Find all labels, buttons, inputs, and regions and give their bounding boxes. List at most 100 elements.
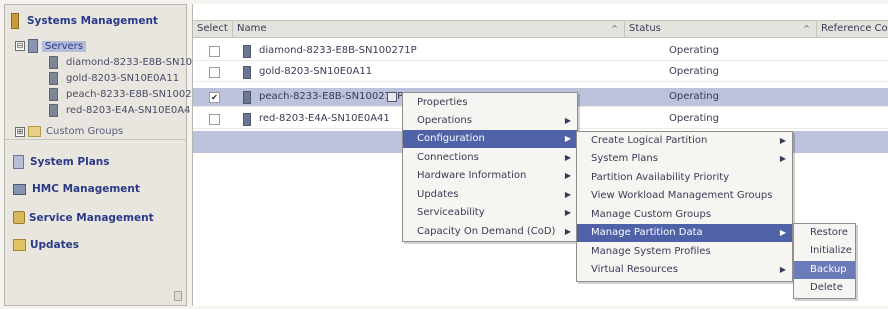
server-icon xyxy=(243,45,251,58)
nav-server-label: diamond-8233-E8B-SN100 xyxy=(66,57,199,68)
table-header: Select Name ^ Status ^ Reference Co xyxy=(193,20,888,38)
menu-item-partition-availability-priority[interactable]: Partition Availability Priority xyxy=(577,169,792,187)
servers-folder-icon xyxy=(28,39,38,53)
menu-item-label: Properties xyxy=(417,97,468,108)
menu-item-delete[interactable]: Delete xyxy=(794,279,855,297)
menu-item-label: Delete xyxy=(810,282,843,293)
submenu-arrow-icon: ▶ xyxy=(779,136,786,145)
column-header-name[interactable]: Name ^ xyxy=(233,21,625,37)
nav-system-plans-label: System Plans xyxy=(30,156,110,168)
row-name[interactable]: diamond-8233-E8B-SN100271P xyxy=(259,44,417,58)
row-select-checkbox[interactable] xyxy=(209,46,220,57)
server-icon xyxy=(49,88,58,101)
submenu-arrow-icon: ▶ xyxy=(564,171,571,180)
submenu-arrow-icon: ▶ xyxy=(564,227,571,236)
row-status: Operating xyxy=(669,113,719,124)
menu-item-system-plans[interactable]: System Plans ▶ xyxy=(577,150,792,168)
menu-item-connections[interactable]: Connections ▶ xyxy=(403,149,577,167)
submenu-arrow-icon: ▶ xyxy=(564,208,571,217)
row-status: Operating xyxy=(669,66,719,77)
hmc-management-icon xyxy=(13,183,26,195)
row-select-checkbox[interactable] xyxy=(209,67,220,78)
menu-item-label: Connections xyxy=(417,152,479,163)
nav-resize-handle[interactable] xyxy=(174,291,182,301)
manage-partition-data-submenu: Restore Initialize Backup Delete xyxy=(793,223,856,299)
server-icon xyxy=(49,104,58,117)
nav-custom-groups-label: Custom Groups xyxy=(46,126,124,137)
menu-item-label: Capacity On Demand (CoD) xyxy=(417,226,556,237)
menu-item-label: Manage Partition Data xyxy=(591,227,703,238)
column-header-status[interactable]: Status ^ xyxy=(625,21,817,37)
row-name[interactable]: red-8203-E4A-SN10E0A41 xyxy=(259,112,390,126)
menu-item-label: Hardware Information xyxy=(417,170,527,181)
menu-item-label: Serviceability xyxy=(417,207,485,218)
server-icon xyxy=(49,56,58,69)
menu-item-view-workload-management-groups[interactable]: View Workload Management Groups xyxy=(577,187,792,205)
menu-item-label: Create Logical Partition xyxy=(591,135,708,146)
menu-item-label: Backup xyxy=(810,264,847,275)
nav-servers-label: Servers xyxy=(42,40,87,52)
submenu-arrow-icon: ▶ xyxy=(564,134,571,143)
submenu-arrow-icon: ▶ xyxy=(779,154,786,163)
menu-item-backup[interactable]: Backup xyxy=(794,261,855,279)
menu-item-initialize[interactable]: Initialize xyxy=(794,242,855,260)
nav-server-item[interactable]: diamond-8233-E8B-SN100 xyxy=(49,56,199,69)
row-name[interactable]: peach-8233-E8B-SN100272P xyxy=(259,90,403,104)
configuration-submenu: Create Logical Partition ▶ System Plans ▶ … xyxy=(576,131,793,282)
menu-item-configuration[interactable]: Configuration ▶ xyxy=(403,130,577,148)
nav-custom-groups[interactable]: ⊞ Custom Groups xyxy=(15,126,123,137)
row-status: Operating xyxy=(669,91,719,102)
menu-item-serviceability[interactable]: Serviceability ▶ xyxy=(403,204,577,222)
submenu-arrow-icon: ▶ xyxy=(564,116,571,125)
row-status: Operating xyxy=(669,45,719,56)
menu-item-create-logical-partition[interactable]: Create Logical Partition ▶ xyxy=(577,132,792,150)
table-row[interactable]: gold-8203-SN10E0A11 Operating xyxy=(193,63,888,82)
row-select-checkbox[interactable]: ✔ xyxy=(209,92,220,103)
menu-item-updates[interactable]: Updates ▶ xyxy=(403,186,577,204)
nav-updates-label: Updates xyxy=(30,239,80,251)
menu-item-virtual-resources[interactable]: Virtual Resources ▶ xyxy=(577,261,792,279)
menu-item-restore[interactable]: Restore xyxy=(794,224,855,242)
table-row[interactable]: diamond-8233-E8B-SN100271P Operating xyxy=(193,42,888,61)
menu-item-label: Restore xyxy=(810,227,848,238)
menu-item-label: Configuration xyxy=(417,133,485,144)
nav-system-plans[interactable]: System Plans xyxy=(13,155,110,169)
column-header-select[interactable]: Select xyxy=(193,21,233,37)
menu-item-properties[interactable]: Properties xyxy=(403,94,577,112)
nav-server-item[interactable]: red-8203-E4A-SN10E0A4 xyxy=(49,104,190,117)
menu-item-manage-partition-data[interactable]: Manage Partition Data ▶ xyxy=(577,224,792,242)
nav-servers[interactable]: ⊟ Servers xyxy=(15,39,87,53)
nav-service-management[interactable]: Service Management xyxy=(13,211,154,224)
context-menu-trigger-icon[interactable] xyxy=(387,92,397,102)
nav-updates[interactable]: Updates xyxy=(13,239,79,251)
sort-icon[interactable]: ^ xyxy=(611,21,618,37)
expand-expander[interactable]: ⊞ xyxy=(15,126,25,137)
collapse-expander[interactable]: ⊟ xyxy=(15,41,25,51)
submenu-arrow-icon: ▶ xyxy=(564,190,571,199)
menu-item-capacity-on-demand[interactable]: Capacity On Demand (CoD) ▶ xyxy=(403,223,577,241)
menu-item-hardware-information[interactable]: Hardware Information ▶ xyxy=(403,167,577,185)
menu-item-operations[interactable]: Operations ▶ xyxy=(403,112,577,130)
menu-item-label: Operations xyxy=(417,115,472,126)
systems-management-icon xyxy=(11,13,19,29)
menu-item-label: Virtual Resources xyxy=(591,264,678,275)
nav-systems-management[interactable]: Systems Management xyxy=(11,13,158,29)
menu-item-manage-system-profiles[interactable]: Manage System Profiles xyxy=(577,243,792,261)
menu-item-label: System Plans xyxy=(591,153,658,164)
column-header-reference-code[interactable]: Reference Co xyxy=(817,21,888,37)
nav-hmc-management[interactable]: HMC Management xyxy=(13,183,140,195)
row-name[interactable]: gold-8203-SN10E0A11 xyxy=(259,65,372,79)
column-header-select-label: Select xyxy=(197,23,228,34)
column-header-status-label: Status xyxy=(629,23,661,34)
sort-icon[interactable]: ^ xyxy=(803,21,810,37)
nav-server-item[interactable]: peach-8233-E8B-SN1002 xyxy=(49,88,192,101)
server-icon xyxy=(49,72,58,85)
submenu-arrow-icon: ▶ xyxy=(779,265,786,274)
updates-icon xyxy=(13,239,26,251)
server-icon xyxy=(243,113,251,126)
nav-server-item[interactable]: gold-8203-SN10E0A11 xyxy=(49,72,179,85)
row-select-checkbox[interactable] xyxy=(209,114,220,125)
menu-item-manage-custom-groups[interactable]: Manage Custom Groups xyxy=(577,206,792,224)
nav-service-management-label: Service Management xyxy=(29,211,154,224)
navigation-panel: Systems Management ⊟ Servers diamond-823… xyxy=(4,4,199,306)
